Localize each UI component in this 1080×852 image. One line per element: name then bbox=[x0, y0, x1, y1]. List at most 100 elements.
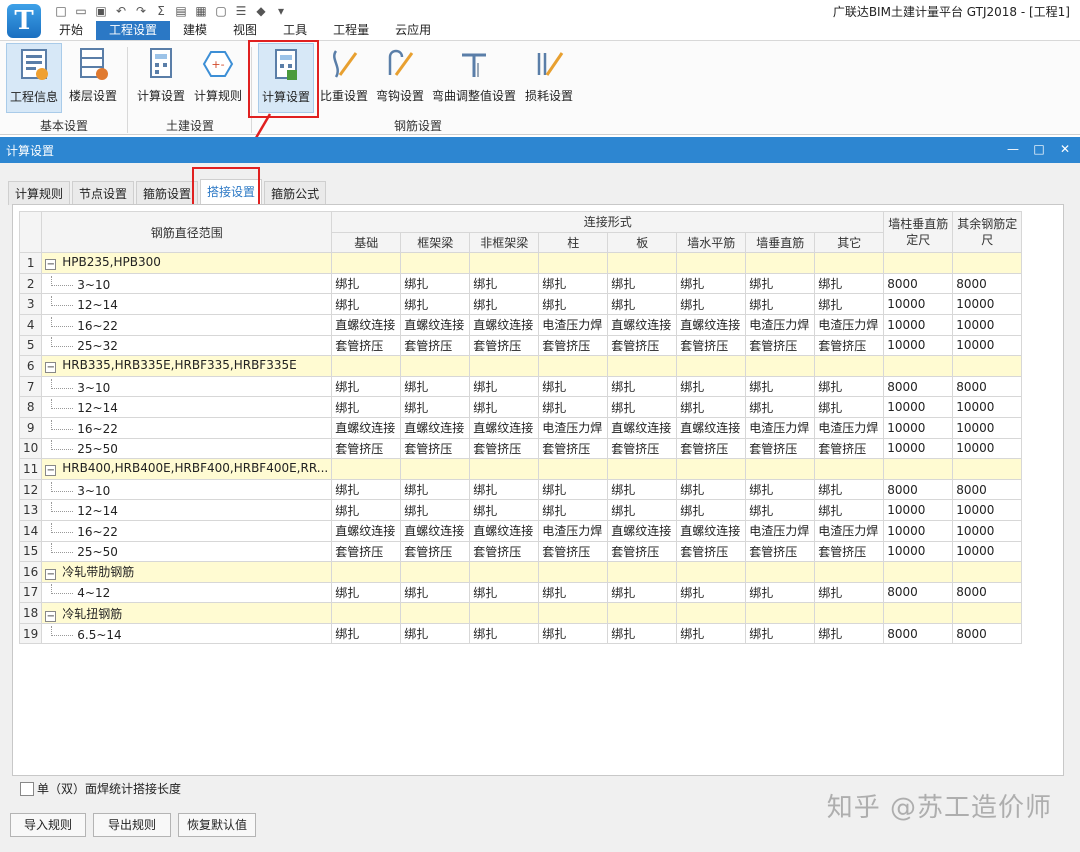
connection-type-cell[interactable]: 绑扎 bbox=[745, 375, 816, 398]
connection-type-cell[interactable]: 绑扎 bbox=[538, 272, 609, 295]
connection-type-cell[interactable]: 绑扎 bbox=[814, 581, 885, 604]
diameter-range-cell[interactable]: 3~10 bbox=[41, 478, 333, 501]
table-row[interactable]: 9 16~22 直螺纹连接 直螺纹连接 直螺纹连接 电渣压力焊 直螺纹连接 直螺纹连接 电渣压力… bbox=[18, 416, 1023, 439]
diameter-range-cell[interactable]: 12~14 bbox=[41, 293, 333, 315]
stock-length-cell[interactable]: 10000 bbox=[883, 313, 954, 336]
stock-length-cell[interactable]: 10000 bbox=[883, 519, 954, 542]
restore-defaults-button[interactable]: 恢复默认值 bbox=[178, 813, 256, 837]
connection-type-cell[interactable]: 绑扎 bbox=[469, 478, 540, 501]
minimize-icon[interactable]: — bbox=[1006, 142, 1020, 156]
connection-type-cell[interactable]: 绑扎 bbox=[745, 499, 816, 521]
menu-tab-cloud[interactable]: 云应用 bbox=[382, 21, 444, 40]
connection-type-cell[interactable]: 绑扎 bbox=[400, 375, 471, 398]
civil-calc-settings-button[interactable]: 计算设置 bbox=[134, 43, 188, 113]
hook-settings-button[interactable]: 弯钩设置 bbox=[374, 43, 426, 113]
connection-type-cell[interactable]: 套管挤压 bbox=[607, 334, 678, 357]
connection-type-cell[interactable]: 绑扎 bbox=[607, 293, 678, 315]
connection-type-cell[interactable]: 绑扎 bbox=[469, 272, 540, 295]
connection-type-cell[interactable]: 绑扎 bbox=[814, 478, 885, 501]
stock-length-cell[interactable]: 8000 bbox=[883, 478, 954, 501]
connection-type-cell[interactable]: 绑扎 bbox=[331, 581, 402, 604]
connection-type-cell[interactable]: 绑扎 bbox=[400, 478, 471, 501]
connection-type-cell[interactable]: 套管挤压 bbox=[607, 437, 678, 460]
grade-group-cell[interactable]: − HPB235,HPB300 bbox=[41, 252, 333, 274]
table-icon[interactable]: ▦ bbox=[194, 4, 208, 18]
connection-type-cell[interactable]: 直螺纹连接 bbox=[400, 519, 471, 542]
collapse-toggle-icon[interactable]: − bbox=[45, 259, 57, 271]
connection-type-cell[interactable]: 套管挤压 bbox=[745, 437, 816, 460]
group-row[interactable]: 1− HPB235,HPB300 bbox=[18, 252, 1023, 274]
connection-type-cell[interactable]: 绑扎 bbox=[676, 396, 747, 418]
connection-type-cell[interactable]: 绑扎 bbox=[607, 581, 678, 604]
density-settings-button[interactable]: 比重设置 bbox=[318, 43, 370, 113]
diameter-range-cell[interactable]: 16~22 bbox=[41, 313, 333, 336]
diameter-range-cell[interactable]: 16~22 bbox=[41, 416, 333, 439]
connection-type-cell[interactable]: 套管挤压 bbox=[538, 540, 609, 563]
export-rules-button[interactable]: 导出规则 bbox=[93, 813, 171, 837]
connection-type-cell[interactable]: 套管挤压 bbox=[745, 540, 816, 563]
stock-length-cell[interactable]: 10000 bbox=[883, 293, 954, 315]
stock-length-cell[interactable]: 10000 bbox=[952, 499, 1023, 521]
group-row[interactable]: 6− HRB335,HRB335E,HRBF335,HRBF335E bbox=[18, 355, 1023, 377]
connection-type-cell[interactable]: 电渣压力焊 bbox=[538, 416, 609, 439]
connection-type-cell[interactable]: 绑扎 bbox=[400, 622, 471, 645]
connection-type-cell[interactable]: 绑扎 bbox=[745, 293, 816, 315]
table-row[interactable]: 5 25~32 套管挤压 套管挤压 套管挤压 套管挤压 套管挤压 套管挤压 套管挤压 套管挤压 10… bbox=[18, 334, 1023, 357]
connection-type-cell[interactable]: 直螺纹连接 bbox=[607, 519, 678, 542]
grade-group-cell[interactable]: − HRB400,HRB400E,HRBF400,HRBF400E,RR... bbox=[41, 458, 333, 480]
connection-type-cell[interactable]: 绑扎 bbox=[469, 499, 540, 521]
menu-tab-start[interactable]: 开始 bbox=[46, 21, 96, 40]
stock-length-cell[interactable]: 10000 bbox=[952, 334, 1023, 357]
stock-length-cell[interactable]: 8000 bbox=[883, 375, 954, 398]
connection-type-cell[interactable]: 直螺纹连接 bbox=[607, 416, 678, 439]
stock-length-cell[interactable]: 10000 bbox=[883, 437, 954, 460]
connection-type-cell[interactable]: 绑扎 bbox=[538, 499, 609, 521]
diameter-range-cell[interactable]: 3~10 bbox=[41, 272, 333, 295]
connection-type-cell[interactable]: 绑扎 bbox=[331, 478, 402, 501]
connection-type-cell[interactable]: 直螺纹连接 bbox=[607, 313, 678, 336]
table-row[interactable]: 13 12~14 绑扎 绑扎 绑扎 绑扎 绑扎 绑扎 绑扎 绑扎 10000 10000 bbox=[18, 499, 1023, 521]
diameter-range-cell[interactable]: 25~50 bbox=[41, 540, 333, 563]
connection-type-cell[interactable]: 绑扎 bbox=[469, 375, 540, 398]
close-icon[interactable]: ✕ bbox=[1058, 142, 1072, 156]
table-row[interactable]: 14 16~22 直螺纹连接 直螺纹连接 直螺纹连接 电渣压力焊 直螺纹连接 直螺纹连接 电渣压… bbox=[18, 519, 1023, 542]
connection-type-cell[interactable]: 绑扎 bbox=[607, 272, 678, 295]
app-logo[interactable]: T bbox=[7, 4, 41, 38]
connection-type-cell[interactable]: 绑扎 bbox=[814, 499, 885, 521]
connection-type-cell[interactable]: 绑扎 bbox=[331, 293, 402, 315]
diameter-range-cell[interactable]: 4~12 bbox=[41, 581, 333, 604]
stock-length-cell[interactable]: 10000 bbox=[952, 293, 1023, 315]
connection-type-cell[interactable]: 绑扎 bbox=[469, 293, 540, 315]
connection-type-cell[interactable]: 电渣压力焊 bbox=[745, 416, 816, 439]
stock-length-cell[interactable]: 10000 bbox=[883, 540, 954, 563]
diameter-range-cell[interactable]: 3~10 bbox=[41, 375, 333, 398]
connection-type-cell[interactable]: 套管挤压 bbox=[331, 540, 402, 563]
connection-type-cell[interactable]: 直螺纹连接 bbox=[676, 416, 747, 439]
view-icon[interactable]: ▢ bbox=[214, 4, 228, 18]
connection-type-cell[interactable]: 绑扎 bbox=[400, 293, 471, 315]
connection-type-cell[interactable]: 绑扎 bbox=[400, 499, 471, 521]
connection-type-cell[interactable]: 绑扎 bbox=[814, 622, 885, 645]
connection-type-cell[interactable]: 直螺纹连接 bbox=[469, 519, 540, 542]
connection-type-cell[interactable]: 直螺纹连接 bbox=[331, 313, 402, 336]
table-row[interactable]: 7 3~10 绑扎 绑扎 绑扎 绑扎 绑扎 绑扎 绑扎 绑扎 8000 8000 bbox=[18, 375, 1023, 398]
connection-type-cell[interactable]: 套管挤压 bbox=[400, 334, 471, 357]
connection-type-cell[interactable]: 绑扎 bbox=[538, 478, 609, 501]
stock-length-cell[interactable]: 8000 bbox=[952, 375, 1023, 398]
connection-type-cell[interactable]: 套管挤压 bbox=[400, 437, 471, 460]
connection-type-cell[interactable]: 电渣压力焊 bbox=[814, 313, 885, 336]
connection-type-cell[interactable]: 套管挤压 bbox=[607, 540, 678, 563]
open-folder-icon[interactable]: ▭ bbox=[74, 4, 88, 18]
connection-type-cell[interactable]: 绑扎 bbox=[676, 293, 747, 315]
tab-stirrup-formula[interactable]: 箍筋公式 bbox=[264, 181, 327, 205]
connection-type-cell[interactable]: 套管挤压 bbox=[814, 334, 885, 357]
connection-type-cell[interactable]: 绑扎 bbox=[607, 375, 678, 398]
diameter-range-cell[interactable]: 12~14 bbox=[41, 499, 333, 521]
stock-length-cell[interactable]: 8000 bbox=[952, 478, 1023, 501]
connection-type-cell[interactable]: 绑扎 bbox=[469, 581, 540, 604]
table-row[interactable]: 17 4~12 绑扎 绑扎 绑扎 绑扎 绑扎 绑扎 绑扎 绑扎 8000 8000 bbox=[18, 581, 1023, 604]
connection-type-cell[interactable]: 绑扎 bbox=[400, 396, 471, 418]
connection-type-cell[interactable]: 绑扎 bbox=[676, 478, 747, 501]
connection-type-cell[interactable]: 绑扎 bbox=[400, 272, 471, 295]
tab-calc-rules[interactable]: 计算规则 bbox=[8, 181, 71, 205]
